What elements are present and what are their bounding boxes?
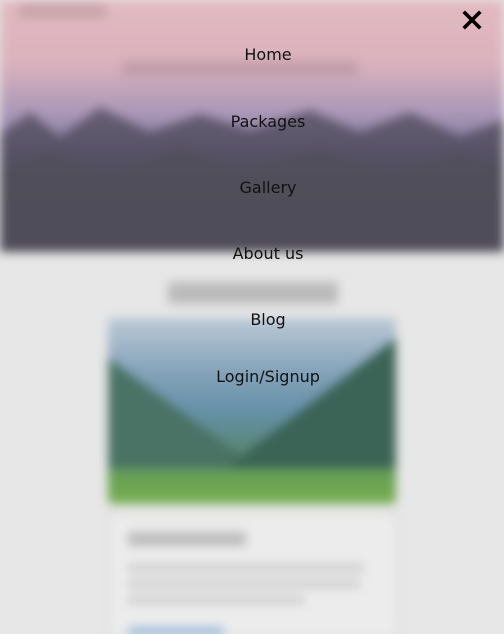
nav-item-packages[interactable]: Packages — [0, 107, 504, 137]
nav-item-about-us[interactable]: About us — [0, 239, 504, 269]
nav-item-login-signup[interactable]: Login/Signup — [0, 362, 504, 392]
nav-item-blog[interactable]: Blog — [0, 305, 504, 335]
close-icon — [462, 10, 482, 30]
nav-item-gallery[interactable]: Gallery — [0, 173, 504, 203]
nav-item-home[interactable]: Home — [0, 40, 504, 70]
close-menu-button[interactable] — [458, 6, 486, 34]
